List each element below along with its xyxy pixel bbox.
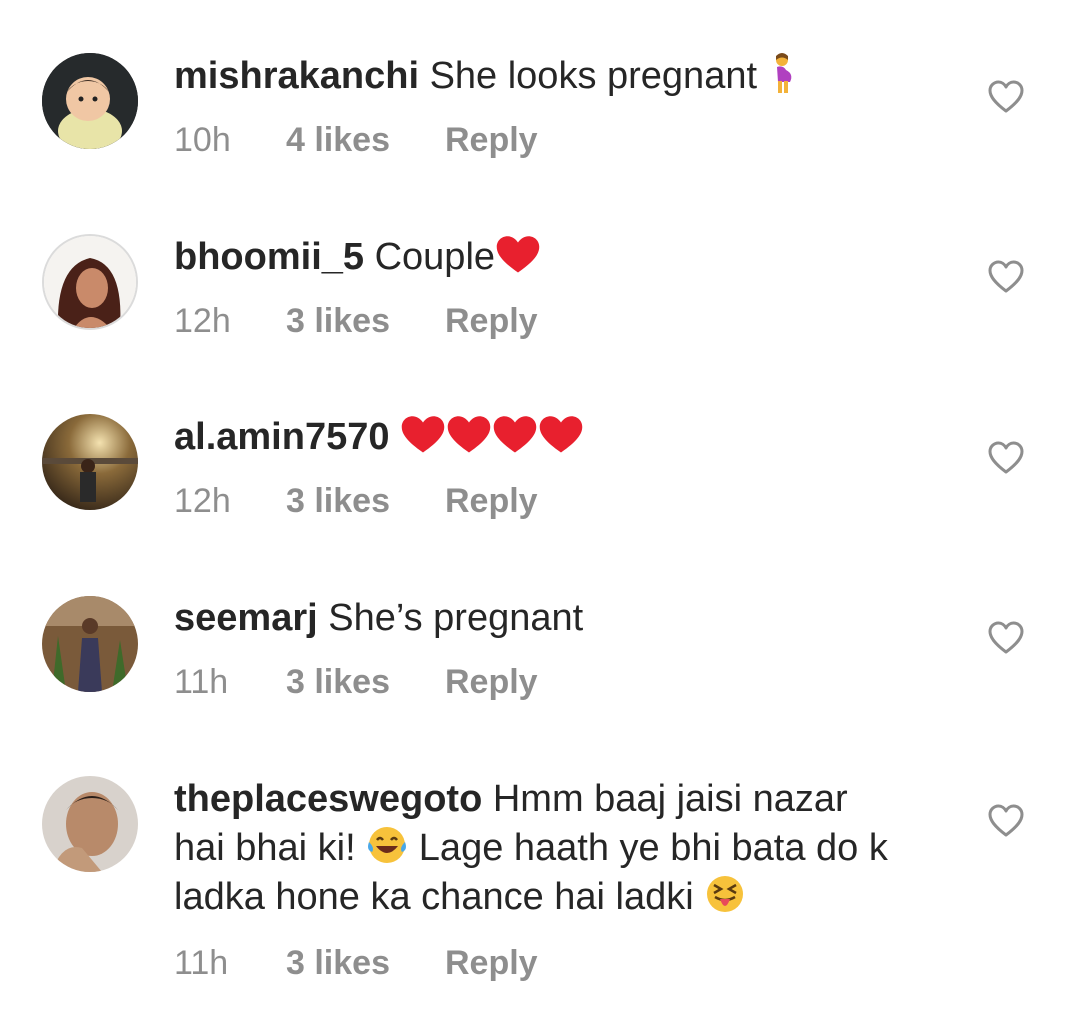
- squinting-face-with-tongue-icon: [707, 876, 744, 912]
- red-heart-icon: [539, 416, 583, 453]
- username[interactable]: mishrakanchi: [174, 55, 419, 97]
- avatar[interactable]: [42, 596, 138, 692]
- username[interactable]: theplaceswegoto: [174, 778, 482, 820]
- username[interactable]: seemarj: [174, 597, 318, 639]
- face-with-tears-of-joy-icon: [368, 827, 407, 863]
- comment-text: theplaceswegoto Hmm baaj jaisi nazar: [174, 775, 974, 824]
- pregnant-woman-icon: [775, 53, 791, 93]
- comment-time: 11h: [174, 663, 229, 701]
- red-heart-icon: [496, 236, 540, 273]
- reply-button[interactable]: Reply: [445, 663, 538, 702]
- like-heart-icon[interactable]: [988, 621, 1024, 655]
- likes-count[interactable]: 3 likes: [286, 302, 390, 341]
- comment-body: She looks pregnant: [429, 55, 758, 97]
- avatar[interactable]: [42, 414, 138, 510]
- like-heart-icon[interactable]: [988, 80, 1024, 114]
- comment-text: al.amin7570: [174, 413, 974, 462]
- avatar[interactable]: [42, 53, 138, 149]
- red-heart-icon: [447, 416, 491, 453]
- like-heart-icon[interactable]: [988, 804, 1024, 838]
- comment-time: 11h: [174, 944, 229, 982]
- comment-meta: 12h 3 likes Reply: [174, 482, 974, 522]
- comment-text-line3: ladka hone ka chance hai ladki: [174, 873, 974, 922]
- username[interactable]: al.amin7570: [174, 416, 389, 458]
- red-heart-icon: [493, 416, 537, 453]
- comment-text: bhoomii_5 Couple: [174, 233, 974, 282]
- red-heart-icon: [401, 416, 445, 453]
- likes-count[interactable]: 3 likes: [286, 663, 390, 702]
- comment-body: Couple: [374, 236, 496, 278]
- like-heart-icon[interactable]: [988, 441, 1024, 475]
- like-heart-icon[interactable]: [988, 260, 1024, 294]
- likes-count[interactable]: 4 likes: [286, 121, 390, 160]
- comment-time: 10h: [174, 121, 231, 159]
- avatar[interactable]: [42, 234, 138, 330]
- comment-meta: 12h 3 likes Reply: [174, 302, 974, 342]
- reply-button[interactable]: Reply: [445, 944, 538, 983]
- comment-body-line1: Hmm baaj jaisi nazar: [492, 778, 848, 820]
- comment-meta: 10h 4 likes Reply: [174, 121, 974, 161]
- likes-count[interactable]: 3 likes: [286, 944, 390, 983]
- username[interactable]: bhoomii_5: [174, 236, 364, 278]
- reply-button[interactable]: Reply: [445, 482, 538, 521]
- comment-time: 12h: [174, 302, 231, 340]
- likes-count[interactable]: 3 likes: [286, 482, 390, 521]
- comment-time: 12h: [174, 482, 231, 520]
- comment-meta: 11h 3 likes Reply: [174, 663, 974, 703]
- avatar[interactable]: [42, 776, 138, 872]
- comment-body: She’s pregnant: [328, 597, 584, 639]
- reply-button[interactable]: Reply: [445, 121, 538, 160]
- reply-button[interactable]: Reply: [445, 302, 538, 341]
- comment-text: mishrakanchi She looks pregnant: [174, 52, 974, 101]
- comment-text: seemarj She’s pregnant: [174, 594, 974, 643]
- comment-meta: 11h 3 likes Reply: [174, 944, 974, 984]
- comment-text-line2: hai bhai ki! Lage haath ye bhi bata do k: [174, 824, 974, 873]
